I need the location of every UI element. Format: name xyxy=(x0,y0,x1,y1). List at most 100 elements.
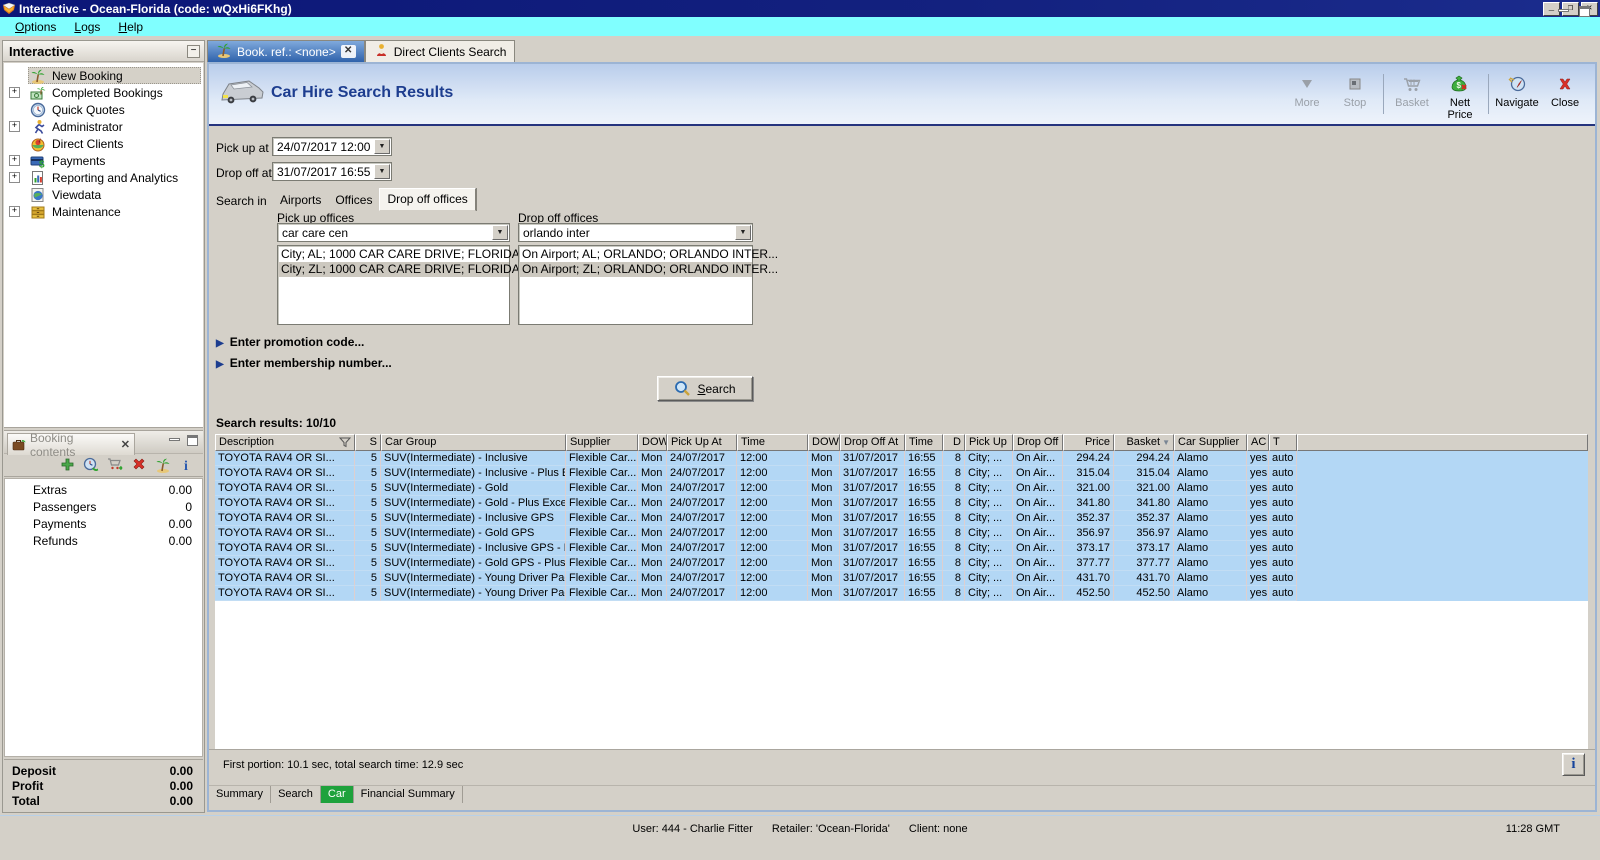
pickup-datetime-combo[interactable]: 24/07/2017 12:00 ▼ xyxy=(272,137,392,156)
result-row[interactable]: TOYOTA RAV4 OR SI...5SUV(Intermediate) -… xyxy=(215,541,1588,556)
close-button[interactable]: Close xyxy=(1541,72,1589,111)
result-row[interactable]: TOYOTA RAV4 OR SI...5SUV(Intermediate) -… xyxy=(215,586,1588,601)
info-button[interactable]: i xyxy=(1562,753,1585,776)
result-cell: 452.50 xyxy=(1063,586,1114,601)
result-row[interactable]: TOYOTA RAV4 OR SI...5SUV(Intermediate) -… xyxy=(215,451,1588,466)
sidebar-collapse-button[interactable]: − xyxy=(187,45,200,58)
result-cell: 16:55 xyxy=(905,556,943,571)
pickup-offices-dropdown-icon[interactable]: ▼ xyxy=(492,225,508,240)
tab-close-icon[interactable]: ✕ xyxy=(341,45,356,58)
result-cell: 5 xyxy=(355,541,381,556)
search-button[interactable]: Search xyxy=(657,376,753,401)
document-maximize-icon[interactable] xyxy=(1579,6,1590,17)
expand-plus-icon[interactable]: + xyxy=(9,206,20,217)
sidebar-item-administrator[interactable]: +Administrator xyxy=(4,118,203,135)
office-option[interactable]: On Airport; AL; ORLANDO; ORLANDO INTER..… xyxy=(519,247,752,262)
search-in-tab-airports[interactable]: Airports xyxy=(273,190,328,211)
membership-number-expander[interactable]: ▶Enter membership number... xyxy=(216,356,392,370)
column-header-dow[interactable]: DOW xyxy=(808,434,840,451)
nett-price-button[interactable]: $Nett Price xyxy=(1436,72,1484,123)
dropoff-offices-combo[interactable]: orlando inter ▼ xyxy=(518,223,753,242)
expand-plus-icon[interactable]: + xyxy=(9,121,20,132)
filter-funnel-icon[interactable] xyxy=(339,437,351,451)
column-header-d[interactable]: D xyxy=(943,434,965,451)
palm-tree-icon[interactable] xyxy=(155,457,171,473)
basket-move-icon[interactable] xyxy=(107,457,123,473)
column-header-drop-off[interactable]: Drop Off xyxy=(1013,434,1063,451)
dropoff-offices-dropdown-icon[interactable]: ▼ xyxy=(735,225,751,240)
column-header-ac[interactable]: AC xyxy=(1247,434,1269,451)
booking-contents-maximize-icon[interactable] xyxy=(187,435,198,446)
booking-contents-close-icon[interactable]: ✕ xyxy=(121,438,130,451)
result-cell: 24/07/2017 xyxy=(667,466,737,481)
column-header-s[interactable]: S xyxy=(355,434,381,451)
result-cell: TOYOTA RAV4 OR SI... xyxy=(215,556,355,571)
office-option[interactable]: On Airport; ZL; ORLANDO; ORLANDO INTER..… xyxy=(519,262,752,277)
sidebar-item-payments[interactable]: +$Payments xyxy=(4,152,203,169)
dropoff-datetime-dropdown-icon[interactable]: ▼ xyxy=(374,164,390,179)
result-cell: On Air... xyxy=(1013,586,1063,601)
column-header-car-group[interactable]: Car Group xyxy=(381,434,566,451)
sidebar-item-completed-bookings[interactable]: +Completed Bookings xyxy=(4,84,203,101)
expand-plus-icon[interactable]: + xyxy=(9,155,20,166)
sidebar-item-quick-quotes[interactable]: Quick Quotes xyxy=(4,101,203,118)
result-row[interactable]: TOYOTA RAV4 OR SI...5SUV(Intermediate) -… xyxy=(215,496,1588,511)
expand-plus-icon[interactable]: + xyxy=(9,87,20,98)
menu-logs[interactable]: Logs xyxy=(65,18,109,36)
document-minimize-icon[interactable] xyxy=(1558,9,1569,12)
view-tab-financial-summary[interactable]: Financial Summary xyxy=(354,786,463,803)
tab-book-ref-none[interactable]: Book. ref.: <none>✕ xyxy=(207,40,365,62)
view-tab-summary[interactable]: Summary xyxy=(209,786,271,803)
pickup-datetime-dropdown-icon[interactable]: ▼ xyxy=(374,139,390,154)
search-in-tab-offices[interactable]: Offices xyxy=(328,190,379,211)
pickup-offices-combo[interactable]: car care cen ▼ xyxy=(277,223,510,242)
column-header-time[interactable]: Time xyxy=(905,434,943,451)
booking-contents-tab[interactable]: Booking contents ✕ xyxy=(7,433,135,455)
navigate-button[interactable]: Navigate xyxy=(1493,72,1541,111)
office-option[interactable]: City; ZL; 1000 CAR CARE DRIVE; FLORIDA; … xyxy=(278,262,509,277)
column-header-t[interactable]: T xyxy=(1269,434,1297,451)
result-cell: auto xyxy=(1269,451,1297,466)
result-cell: yes xyxy=(1247,496,1269,511)
result-row[interactable]: TOYOTA RAV4 OR SI...5SUV(Intermediate) -… xyxy=(215,511,1588,526)
column-header-drop-off-at[interactable]: Drop Off At xyxy=(840,434,905,451)
add-icon[interactable] xyxy=(59,457,75,473)
sidebar-item-maintenance[interactable]: +Maintenance xyxy=(4,203,203,220)
column-header-supplier[interactable]: Supplier xyxy=(566,434,638,451)
delete-icon[interactable] xyxy=(131,457,147,473)
info-icon[interactable]: i xyxy=(179,457,195,473)
sidebar-item-reporting-and-analytics[interactable]: +Reporting and Analytics xyxy=(4,169,203,186)
expand-plus-icon[interactable]: + xyxy=(9,172,20,183)
result-row[interactable]: TOYOTA RAV4 OR SI...5SUV(Intermediate) -… xyxy=(215,526,1588,541)
result-cell: Flexible Car... xyxy=(566,481,638,496)
result-cell: 8 xyxy=(943,571,965,586)
dropoff-datetime-combo[interactable]: 31/07/2017 16:55 ▼ xyxy=(272,162,392,181)
view-tab-search[interactable]: Search xyxy=(271,786,321,803)
quick-quote-icon[interactable] xyxy=(83,457,99,473)
booking-contents-minimize-icon[interactable] xyxy=(169,438,180,441)
sidebar-item-viewdata[interactable]: Viewdata xyxy=(4,186,203,203)
total-label: Deposit xyxy=(12,764,56,778)
column-header-price[interactable]: Price xyxy=(1063,434,1114,451)
column-header-car-supplier[interactable]: Car Supplier xyxy=(1174,434,1247,451)
promotion-code-expander[interactable]: ▶Enter promotion code... xyxy=(216,335,364,349)
view-tab-car[interactable]: Car xyxy=(321,786,354,803)
sidebar-item-direct-clients[interactable]: Direct Clients xyxy=(4,135,203,152)
column-header-pick-up[interactable]: Pick Up xyxy=(965,434,1013,451)
column-header-description[interactable]: Description xyxy=(215,434,355,451)
office-option[interactable]: City; AL; 1000 CAR CARE DRIVE; FLORIDA; … xyxy=(278,247,509,262)
tab-direct-clients-search[interactable]: Direct Clients Search xyxy=(365,40,516,62)
column-header-pick-up-at[interactable]: Pick Up At xyxy=(667,434,737,451)
result-row[interactable]: TOYOTA RAV4 OR SI...5SUV(Intermediate) -… xyxy=(215,466,1588,481)
result-row[interactable]: TOYOTA RAV4 OR SI...5SUV(Intermediate) -… xyxy=(215,571,1588,586)
column-header-basket[interactable]: Basket▼ xyxy=(1114,434,1174,451)
result-row[interactable]: TOYOTA RAV4 OR SI...5SUV(Intermediate) -… xyxy=(215,481,1588,496)
search-in-tab-drop-off-offices[interactable]: Drop off offices xyxy=(379,188,475,211)
menu-help[interactable]: Help xyxy=(109,18,152,36)
column-header-time[interactable]: Time xyxy=(737,434,808,451)
sidebar-item-new-booking[interactable]: New Booking xyxy=(4,67,203,84)
column-header-dow[interactable]: DOW xyxy=(638,434,667,451)
result-row[interactable]: TOYOTA RAV4 OR SI...5SUV(Intermediate) -… xyxy=(215,556,1588,571)
title-bar[interactable]: Interactive - Ocean-Florida (code: wQxHi… xyxy=(0,0,1600,17)
menu-options[interactable]: Options xyxy=(6,18,65,36)
